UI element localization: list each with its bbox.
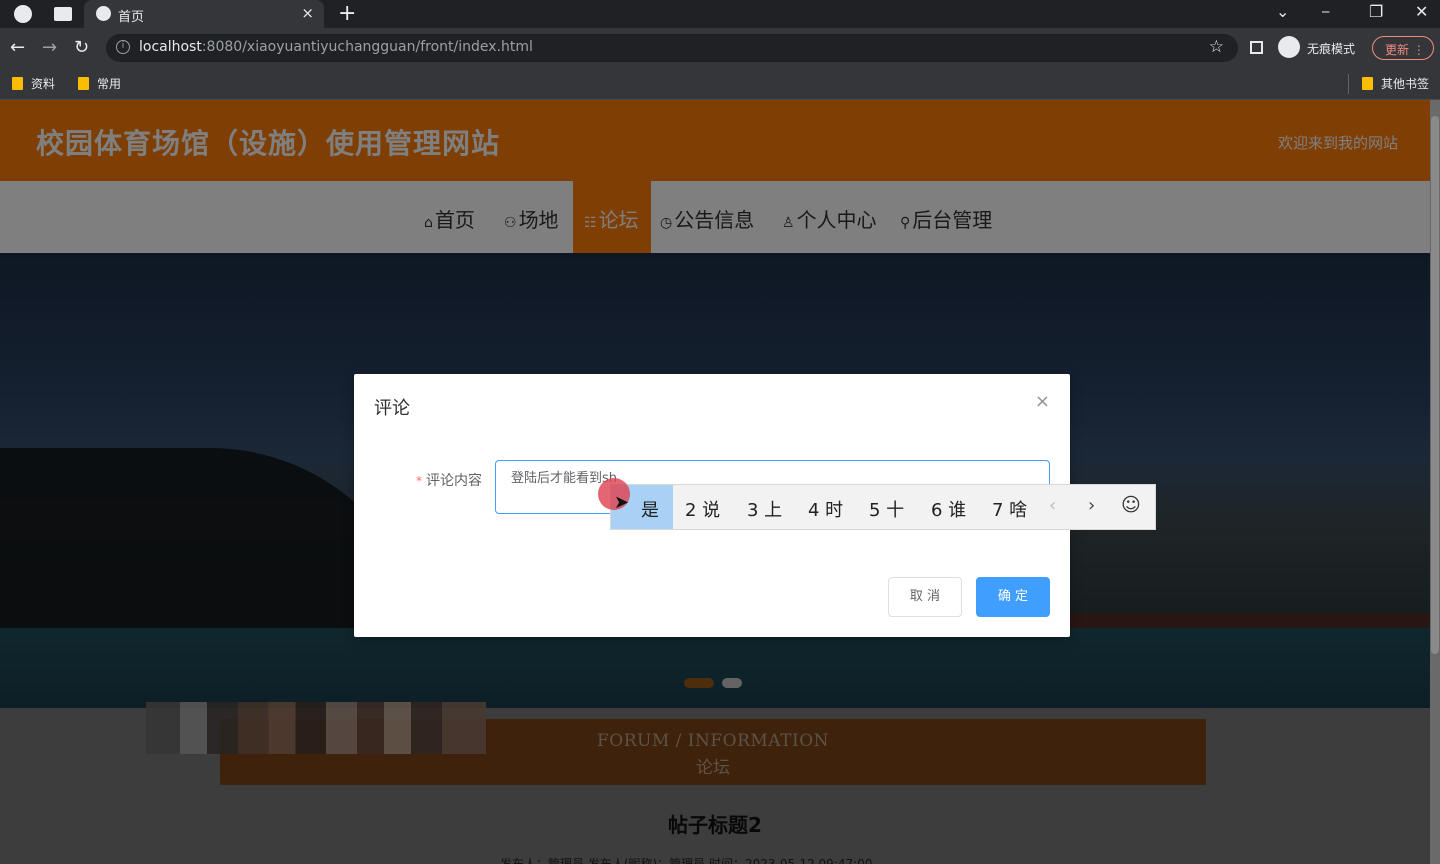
ime-prev-page-icon[interactable]: ‹: [1049, 495, 1056, 516]
ime-candidate-bar: 是 2 说 3 上 4 时 5 十 6 谁 7 啥 ‹ › ☺: [610, 484, 1156, 530]
new-tab-button[interactable]: +: [338, 1, 356, 26]
cancel-button[interactable]: 取 消: [888, 577, 962, 617]
confirm-button[interactable]: 确 定: [976, 577, 1050, 617]
update-button[interactable]: 更新 ⋮: [1372, 36, 1434, 60]
bookmarks-bar: 资料 常用 其他书签: [0, 68, 1440, 100]
tab-title: 首页: [118, 10, 145, 25]
browser-toolbar: ← → ↻ i localhost:8080/xiaoyuantiyuchang…: [0, 28, 1440, 68]
forward-arrow-icon[interactable]: →: [42, 37, 57, 58]
required-mark: *: [416, 474, 422, 488]
scrollbar-thumb[interactable]: [1431, 116, 1439, 654]
bookmark-label: 其他书签: [1381, 77, 1430, 91]
bookmark-star-icon[interactable]: ☆: [1209, 37, 1224, 57]
tab-dropdown-icon[interactable]: ⌄: [1276, 2, 1289, 21]
browser-tab-active[interactable]: 首页 ×: [84, 0, 324, 28]
emoji-icon[interactable]: ☺: [1121, 494, 1141, 516]
close-icon[interactable]: ×: [1035, 391, 1050, 412]
ime-candidate-2[interactable]: 2 说: [685, 485, 720, 529]
comment-field-label: * 评论内容: [416, 470, 482, 490]
ime-candidate-4[interactable]: 4 时: [808, 485, 843, 529]
back-arrow-icon[interactable]: ←: [10, 37, 25, 58]
ime-candidate-6[interactable]: 6 谁: [931, 485, 966, 529]
ime-candidate-3[interactable]: 3 上: [747, 485, 782, 529]
browser-tab-strip: 首页 × + ⌄ ─ ❐ ✕: [0, 0, 1440, 28]
mouse-cursor-icon: ➤: [614, 492, 630, 513]
url-text[interactable]: localhost:8080/xiaoyuantiyuchangguan/fro…: [139, 39, 533, 55]
ime-candidate-5[interactable]: 5 十: [869, 485, 904, 529]
incognito-label: 无痕模式: [1307, 42, 1356, 56]
bookmark-separator: [1348, 74, 1349, 94]
bookmark-folder-changyong[interactable]: 常用: [78, 75, 121, 92]
folder-icon: [12, 77, 23, 90]
folder-icon: [1362, 77, 1373, 90]
side-panel-icon[interactable]: [1250, 41, 1263, 54]
folder-icon: [78, 77, 89, 90]
window-minimize-button[interactable]: ─: [1322, 5, 1329, 19]
chrome-globe-icon[interactable]: [14, 5, 32, 23]
url-path: :8080/xiaoyuantiyuchangguan/front/index.…: [201, 39, 533, 55]
url-host: localhost: [139, 39, 202, 55]
reload-icon[interactable]: ↻: [74, 37, 89, 58]
bookmark-label: 资料: [31, 77, 56, 91]
tab-favicon-globe-icon: [96, 6, 111, 21]
page-viewport: 校园体育场馆（设施）使用管理网站 欢迎来到我的网站 ⌂首页 ⚇场地 ☷论坛 ◷公…: [0, 100, 1440, 864]
incognito-icon[interactable]: [1278, 36, 1300, 58]
label-text: 评论内容: [426, 473, 482, 489]
address-bar[interactable]: i localhost:8080/xiaoyuantiyuchangguan/f…: [106, 34, 1238, 62]
tab-close-icon[interactable]: ×: [301, 4, 314, 22]
tab-search-icon[interactable]: [54, 7, 72, 21]
window-restore-button[interactable]: ❐: [1369, 2, 1383, 21]
update-label: 更新: [1385, 43, 1410, 57]
ime-next-page-icon[interactable]: ›: [1088, 495, 1095, 516]
bookmark-folder-other[interactable]: 其他书签: [1362, 75, 1429, 92]
window-close-button[interactable]: ✕: [1415, 2, 1428, 21]
ime-candidate-7[interactable]: 7 啥: [992, 485, 1027, 529]
bookmark-label: 常用: [97, 77, 122, 91]
bookmark-folder-ziliao[interactable]: 资料: [12, 75, 55, 92]
dialog-title: 评论: [374, 398, 410, 419]
site-info-icon[interactable]: i: [116, 40, 130, 54]
